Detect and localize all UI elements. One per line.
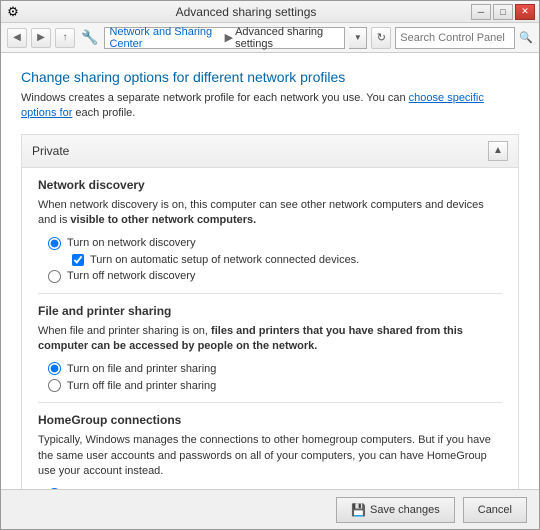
page-description: Windows creates a separate network profi… [21, 91, 519, 122]
save-button[interactable]: 💾 Save changes [336, 497, 455, 523]
divider1 [38, 293, 502, 294]
address-path: Network and Sharing Center ▶ Advanced sh… [104, 27, 345, 49]
file-sharing-options: Turn on file and printer sharing Turn of… [48, 362, 502, 392]
private-section-title: Private [32, 144, 69, 158]
fs-radio2-label: Turn off file and printer sharing [67, 380, 216, 392]
content-area: Change sharing options for different net… [1, 53, 539, 489]
fs-radio2[interactable]: Turn off file and printer sharing [48, 379, 502, 392]
fs-radio2-input[interactable] [48, 379, 61, 392]
nd-radio1-input[interactable] [48, 237, 61, 250]
file-sharing-title: File and printer sharing [38, 304, 502, 318]
address-dropdown[interactable]: ▼ [349, 27, 367, 49]
up-button[interactable]: ↑ [55, 28, 75, 48]
nd-radio2-label: Turn off network discovery [67, 270, 195, 282]
fs-radio1[interactable]: Turn on file and printer sharing [48, 362, 502, 375]
private-toggle[interactable]: ▲ [488, 141, 508, 161]
forward-button[interactable]: ▶ [31, 28, 51, 48]
nd-checkbox-input[interactable] [72, 254, 84, 266]
search-input[interactable] [395, 27, 515, 49]
private-section: Private ▲ Network discovery When network… [21, 134, 519, 489]
homegroup-title: HomeGroup connections [38, 413, 502, 427]
search-icon: 🔍 [519, 31, 533, 44]
save-icon: 💾 [351, 503, 366, 517]
nd-radio2-input[interactable] [48, 270, 61, 283]
nd-radio1-label: Turn on network discovery [67, 237, 196, 249]
refresh-button[interactable]: ↻ [371, 27, 391, 49]
window-icon: ⚙ [5, 4, 21, 20]
maximize-button[interactable]: □ [493, 4, 513, 20]
fs-radio1-label: Turn on file and printer sharing [67, 363, 216, 375]
bottom-bar: 💾 Save changes Cancel [1, 489, 539, 529]
page-title: Change sharing options for different net… [21, 69, 519, 85]
close-button[interactable]: ✕ [515, 4, 535, 20]
path-part2: Advanced sharing settings [235, 26, 340, 50]
nd-checkbox[interactable]: Turn on automatic setup of network conne… [72, 254, 502, 266]
private-section-body: Network discovery When network discovery… [22, 168, 518, 489]
address-bar: ◀ ▶ ↑ 🔧 Network and Sharing Center ▶ Adv… [1, 23, 539, 53]
desc-text2: each profile. [72, 107, 135, 119]
nd-radio2[interactable]: Turn off network discovery [48, 270, 502, 283]
path-separator: ▶ [225, 31, 233, 44]
fs-radio1-input[interactable] [48, 362, 61, 375]
divider2 [38, 402, 502, 403]
private-section-header[interactable]: Private ▲ [22, 135, 518, 168]
network-discovery-desc: When network discovery is on, this compu… [38, 198, 502, 229]
address-icon: 🔧 [81, 29, 98, 46]
minimize-button[interactable]: ─ [471, 4, 491, 20]
back-button[interactable]: ◀ [7, 28, 27, 48]
homegroup-desc: Typically, Windows manages the connectio… [38, 433, 502, 479]
desc-text1: Windows creates a separate network profi… [21, 92, 409, 104]
path-part1[interactable]: Network and Sharing Center [109, 26, 222, 50]
title-bar: ⚙ Advanced sharing settings ─ □ ✕ [1, 1, 539, 23]
file-sharing-desc: When file and printer sharing is on, fil… [38, 324, 502, 355]
network-discovery-title: Network discovery [38, 178, 502, 192]
nd-radio1[interactable]: Turn on network discovery [48, 237, 502, 250]
network-discovery-options: Turn on network discovery Turn on automa… [48, 237, 502, 283]
window-title: Advanced sharing settings [21, 5, 471, 19]
cancel-button[interactable]: Cancel [463, 497, 527, 523]
nd-checkbox-label: Turn on automatic setup of network conne… [90, 254, 359, 266]
save-label: Save changes [370, 504, 440, 516]
main-window: ⚙ Advanced sharing settings ─ □ ✕ ◀ ▶ ↑ … [0, 0, 540, 530]
window-controls: ─ □ ✕ [471, 4, 535, 20]
